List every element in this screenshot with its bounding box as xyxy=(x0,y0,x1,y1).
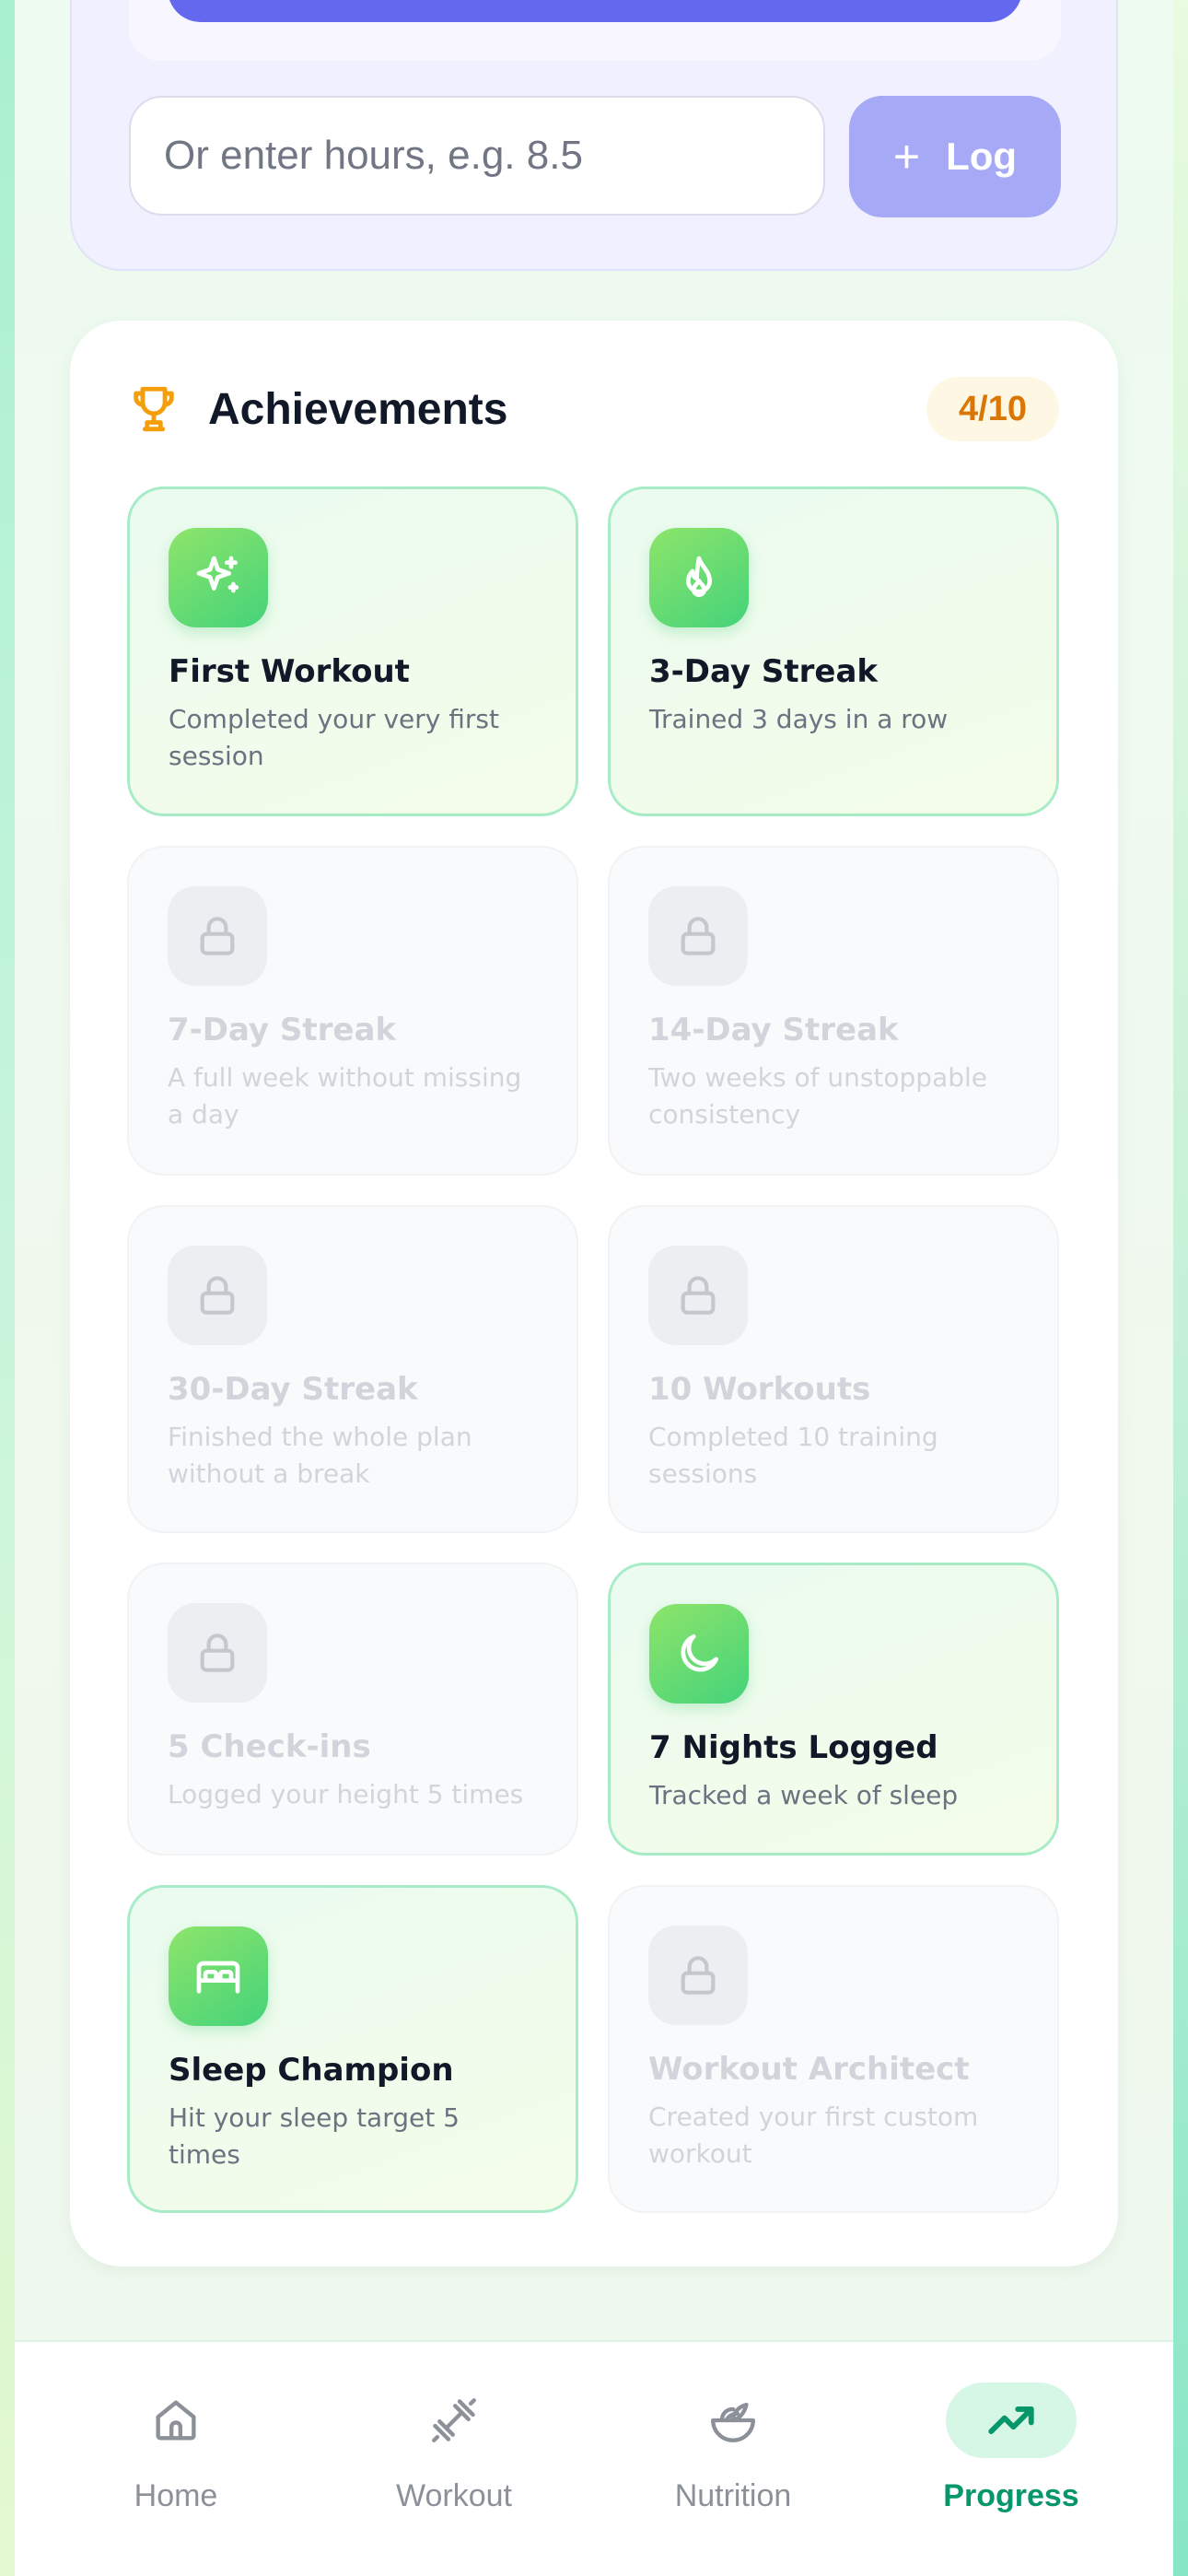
flame-icon xyxy=(686,556,712,597)
achievement-description: Created your first custom workout xyxy=(648,2102,979,2169)
achievements-header: Achievements 4/10 xyxy=(127,376,1059,442)
achievements-grid: First Workout Completed your very first … xyxy=(127,486,1059,2213)
achievement-name: Sleep Champion xyxy=(169,2052,454,2089)
achievement-badge xyxy=(649,528,749,627)
left-edge-gradient xyxy=(0,0,15,2576)
achievement-badge xyxy=(168,886,267,986)
plus-icon: + xyxy=(892,131,921,182)
lock-icon xyxy=(200,1633,235,1672)
achievement-badge xyxy=(648,1246,748,1345)
log-sleep-button[interactable]: + Log xyxy=(849,96,1061,217)
achievement-name: 10 Workouts xyxy=(648,1371,871,1408)
lock-icon xyxy=(200,1276,235,1315)
achievement-name: First Workout xyxy=(169,653,410,690)
trophy-icon xyxy=(134,386,174,432)
home-icon xyxy=(156,2400,196,2441)
achievement-badge xyxy=(649,1604,749,1704)
achievement-14-day-streak[interactable]: 14-Day Streak Two weeks of unstoppable c… xyxy=(608,846,1059,1176)
dumbbell-icon xyxy=(432,2398,476,2442)
achievement-name: 7 Nights Logged xyxy=(649,1729,938,1766)
achievement-3-day-streak[interactable]: 3-Day Streak Trained 3 days in a row xyxy=(608,486,1059,816)
sleep-slider-panel xyxy=(129,0,1061,61)
achievement-name: Workout Architect xyxy=(648,2051,970,2088)
achievement-badge xyxy=(168,1603,267,1703)
nav-nutrition[interactable]: Nutrition xyxy=(641,2383,825,2548)
nav-home[interactable]: Home xyxy=(84,2383,268,2548)
achievement-badge xyxy=(169,528,268,627)
nav-icon-container xyxy=(946,2383,1077,2458)
achievement-7-day-streak[interactable]: 7-Day Streak A full week without missing… xyxy=(127,846,578,1176)
achievement-description: Completed your very first session xyxy=(169,704,499,771)
achievement-name: 3-Day Streak xyxy=(649,653,879,690)
sleep-hours-input[interactable] xyxy=(129,96,825,216)
achievement-badge xyxy=(648,1926,748,2025)
achievement-30-day-streak[interactable]: 30-Day Streak Finished the whole plan wi… xyxy=(127,1205,578,1533)
lock-icon xyxy=(200,917,235,955)
nav-workout-label: Workout xyxy=(396,2478,512,2513)
achievement-name: 30-Day Streak xyxy=(168,1371,418,1408)
lock-icon xyxy=(681,1276,716,1315)
nav-workout[interactable]: Workout xyxy=(362,2383,546,2548)
lock-icon xyxy=(681,1956,716,1995)
achievement-badge xyxy=(169,1926,268,2026)
achievement-description: Two weeks of unstoppable consistency xyxy=(648,1062,988,1130)
achievements-card: Achievements 4/10 First Workout Complete… xyxy=(70,321,1118,2266)
nav-nutrition-label: Nutrition xyxy=(674,2478,792,2513)
nav-progress-label: Progress xyxy=(943,2478,1079,2513)
bed-icon xyxy=(196,1961,240,1994)
save-sleep-button[interactable] xyxy=(168,0,1022,22)
achievements-count-badge: 4/10 xyxy=(926,377,1059,441)
trending-up-icon xyxy=(988,2406,1034,2434)
achievement-description: Finished the whole plan without a break xyxy=(168,1422,472,1489)
nav-icon-container xyxy=(389,2383,519,2458)
sparkles-icon xyxy=(196,556,239,593)
achievement-workout-architect[interactable]: Workout Architect Created your first cus… xyxy=(608,1885,1059,2213)
achievement-first-workout[interactable]: First Workout Completed your very first … xyxy=(127,486,578,816)
sleep-log-card: + Log xyxy=(70,0,1118,271)
nav-progress[interactable]: Progress xyxy=(919,2383,1103,2548)
achievement-name: 5 Check-ins xyxy=(168,1728,371,1765)
achievement-description: Logged your height 5 times xyxy=(168,1779,524,1809)
achievement-description: A full week without missing a day xyxy=(168,1062,522,1130)
achievement-5-check-ins[interactable]: 5 Check-ins Logged your height 5 times xyxy=(127,1563,578,1856)
nav-icon-container xyxy=(668,2383,798,2458)
salad-bowl-icon xyxy=(711,2402,755,2442)
achievement-description: Hit your sleep target 5 times xyxy=(169,2102,460,2170)
nav-home-label: Home xyxy=(134,2478,218,2513)
achievement-sleep-champion[interactable]: Sleep Champion Hit your sleep target 5 t… xyxy=(127,1885,578,2213)
achievement-badge xyxy=(168,1246,267,1345)
lock-icon xyxy=(681,917,716,955)
achievement-description: Completed 10 training sessions xyxy=(648,1422,938,1489)
achievement-badge xyxy=(648,886,748,986)
moon-icon xyxy=(681,1634,718,1672)
achievement-description: Tracked a week of sleep xyxy=(649,1780,959,1810)
achievements-title: Achievements xyxy=(208,384,508,434)
achievement-10-workouts[interactable]: 10 Workouts Completed 10 training sessio… xyxy=(608,1205,1059,1533)
bottom-nav: Home Workout Nutrition Progress xyxy=(15,2340,1173,2576)
achievement-name: 7-Day Streak xyxy=(168,1012,397,1048)
log-button-label: Log xyxy=(946,135,1018,178)
right-edge-gradient xyxy=(1173,0,1188,2576)
achievement-name: 14-Day Streak xyxy=(648,1012,899,1048)
nav-icon-container xyxy=(111,2383,241,2458)
achievement-description: Trained 3 days in a row xyxy=(649,704,949,734)
achievement-7-nights-logged[interactable]: 7 Nights Logged Tracked a week of sleep xyxy=(608,1563,1059,1856)
